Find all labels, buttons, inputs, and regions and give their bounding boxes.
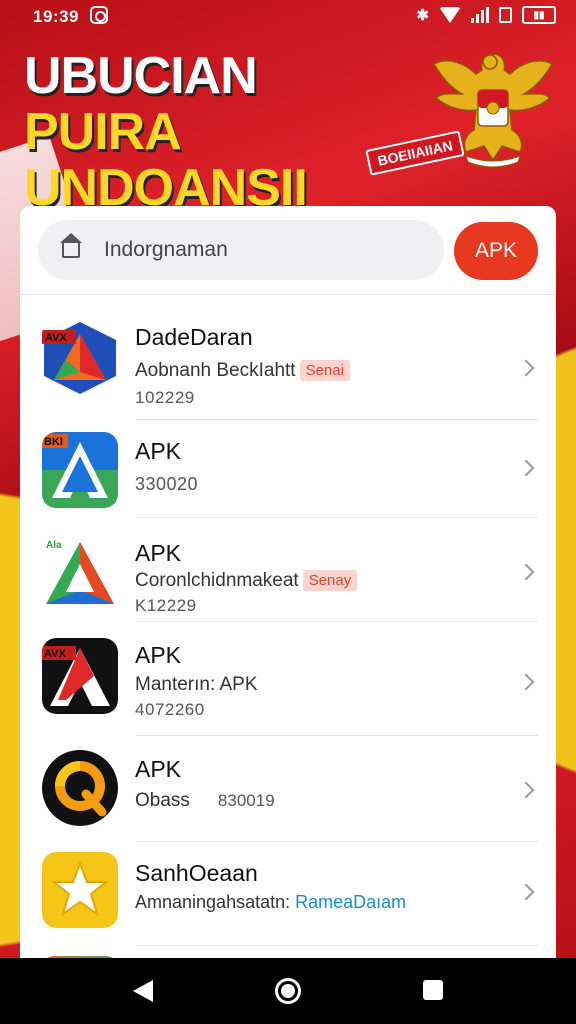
chevron-right-icon[interactable] (517, 673, 535, 691)
list-item[interactable]: BKI APK 330020 (20, 420, 556, 518)
tag-badge: Senay (302, 570, 358, 592)
triangle-logo-blue-icon: AVX (42, 322, 116, 394)
app-number: K12229 (135, 596, 197, 615)
bluetooth-icon: ✱ (416, 7, 429, 24)
app-subtitle: Aobnanh BeckIahtt Senai (135, 360, 350, 382)
list-item[interactable]: SanhOeaan Amnaningahsatatn: RameaDaıam (20, 842, 556, 946)
chevron-right-icon[interactable] (517, 883, 535, 901)
app-title: APK (135, 438, 182, 464)
list-item[interactable]: APK Obass 830019 (20, 736, 556, 842)
sim-icon (499, 7, 512, 23)
app-number: 4072260 (135, 700, 205, 719)
wifi-icon (439, 7, 461, 23)
list-item[interactable]: Ala APK Coronlchidnmakeat Senay K12229 (20, 518, 556, 622)
app-title: APK (135, 540, 182, 566)
app-number: 330020 (135, 474, 199, 494)
app-badge: AVX (45, 332, 67, 344)
search-input[interactable]: Indorgnaman (38, 220, 444, 280)
app-subtitle: Manterın: APK (135, 674, 258, 695)
signal-icon (471, 7, 489, 23)
q-logo-icon (42, 750, 118, 826)
banner-word-1: UBUCIAN (24, 47, 258, 105)
tag-badge: Senai (299, 360, 350, 382)
banner-title: UBUCIAN PUIRA UNDOANSII (24, 48, 404, 216)
home-icon[interactable] (60, 233, 82, 258)
triangle-logo-green-icon: Ala (42, 534, 118, 610)
status-bar: 19:39 ✱ ▮▮ (0, 0, 576, 34)
app-badge: AVX (44, 648, 66, 660)
recents-icon[interactable] (423, 980, 443, 1000)
a-logo-blue-icon: BKI (42, 432, 118, 508)
chevron-right-icon[interactable] (517, 359, 535, 377)
app-number: 102229 (135, 388, 195, 407)
app-title: APK (135, 642, 182, 668)
divider (136, 945, 538, 946)
search-text: Indorgnaman (104, 238, 228, 261)
home-button-icon[interactable] (275, 978, 301, 1004)
app-link[interactable]: RameaDaıam (295, 892, 406, 912)
app-badge: BKI (44, 436, 63, 448)
back-icon[interactable] (133, 980, 153, 1002)
chevron-right-icon[interactable] (517, 459, 535, 477)
chevron-right-icon[interactable] (517, 563, 535, 581)
app-subtitle: Coronlchidnmakeat Senay (135, 570, 358, 592)
banner-word-2: PUIRA (24, 103, 182, 161)
divider (20, 294, 556, 295)
list-item[interactable]: AVX APK Manterın: APK 4072260 (20, 622, 556, 736)
battery-icon: ▮▮ (522, 6, 556, 24)
a-logo-black-icon: AVX (42, 638, 118, 714)
navigation-bar (0, 958, 576, 1024)
notification-icon (90, 6, 108, 24)
app-subtitle: Obass 830019 (135, 790, 275, 811)
app-list-card: Indorgnaman APK AVX DadeDaran Aobnanh Be… (20, 206, 556, 966)
app-title: DadeDaran (135, 324, 253, 350)
star-logo-icon (42, 852, 118, 928)
list-item[interactable]: AVX DadeDaran Aobnanh BeckIahtt Senai 102… (20, 296, 556, 420)
app-title: SanhOeaan (135, 860, 258, 886)
status-time: 19:39 (33, 7, 79, 26)
app-badge: Ala (46, 540, 62, 551)
apk-button[interactable]: APK (454, 222, 538, 280)
app-title: APK (135, 756, 182, 782)
chevron-right-icon[interactable] (517, 781, 535, 799)
app-number: 830019 (217, 791, 275, 810)
app-subtitle: Amnaningahsatatn: RameaDaıam (135, 892, 407, 912)
